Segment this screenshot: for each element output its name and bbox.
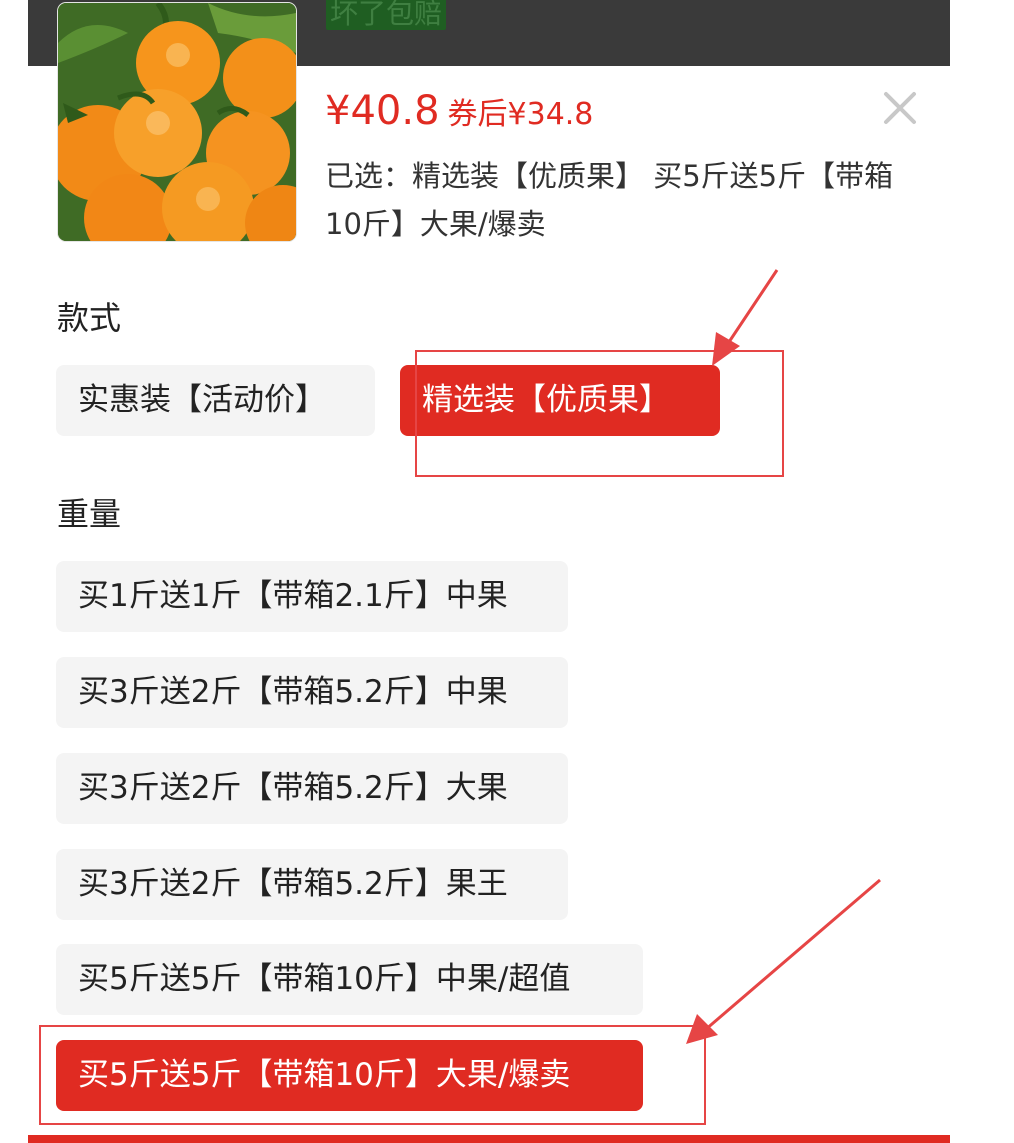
weight-section-title: 重量 xyxy=(57,495,122,533)
weight-option-5[interactable]: 买5斤送5斤【带箱10斤】中果/超值 xyxy=(56,944,643,1015)
option-label: 实惠装【活动价】 xyxy=(78,382,326,418)
weight-option-4[interactable]: 买3斤送2斤【带箱5.2斤】果王 xyxy=(56,849,568,920)
option-label: 买1斤送1斤【带箱2.1斤】中果 xyxy=(78,578,508,614)
weight-option-2[interactable]: 买3斤送2斤【带箱5.2斤】中果 xyxy=(56,657,568,728)
selected-summary: 已选：精选装【优质果】 买5斤送5斤【带箱10斤】大果/爆卖 xyxy=(325,152,925,248)
close-button[interactable] xyxy=(880,88,920,128)
style-section-title: 款式 xyxy=(57,299,122,337)
style-option-value-pack[interactable]: 实惠装【活动价】 xyxy=(56,365,375,436)
bottom-action-bar-edge xyxy=(28,1135,950,1143)
option-label: 精选装【优质果】 xyxy=(422,382,670,418)
product-image xyxy=(58,3,296,241)
option-label: 买5斤送5斤【带箱10斤】中果/超值 xyxy=(78,961,571,997)
option-label: 买3斤送2斤【带箱5.2斤】大果 xyxy=(78,770,508,806)
coupon-price: 券后¥34.8 xyxy=(447,97,594,132)
weight-option-6[interactable]: 买5斤送5斤【带箱10斤】大果/爆卖 xyxy=(56,1040,643,1111)
option-label: 买3斤送2斤【带箱5.2斤】中果 xyxy=(78,674,508,710)
banner-text: 坏了包赔 xyxy=(326,0,447,30)
price-block: ¥40.8 券后¥34.8 xyxy=(325,86,593,136)
style-option-premium-pack[interactable]: 精选装【优质果】 xyxy=(400,365,720,436)
option-label: 买3斤送2斤【带箱5.2斤】果王 xyxy=(78,866,508,902)
close-icon xyxy=(884,92,916,124)
weight-option-1[interactable]: 买1斤送1斤【带箱2.1斤】中果 xyxy=(56,561,568,632)
selected-label: 已选： xyxy=(325,159,413,193)
weight-option-3[interactable]: 买3斤送2斤【带箱5.2斤】大果 xyxy=(56,753,568,824)
option-label: 买5斤送5斤【带箱10斤】大果/爆卖 xyxy=(78,1057,571,1093)
orange-fruit-image xyxy=(58,3,296,241)
price: ¥40.8 xyxy=(325,88,440,134)
